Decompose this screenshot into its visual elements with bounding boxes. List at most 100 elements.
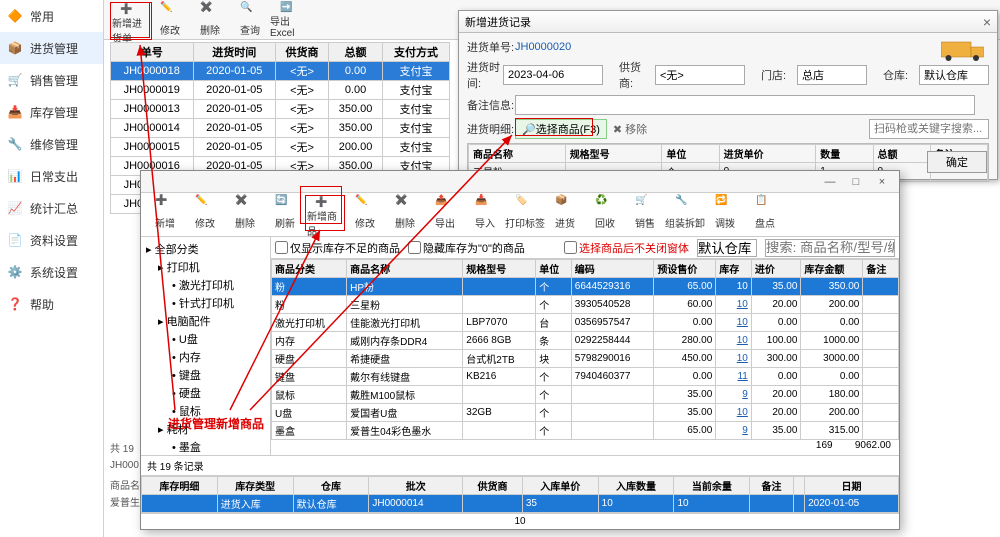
tree-node[interactable]: • 激光打印机 <box>144 276 267 294</box>
goods-tb-10[interactable]: 📦进货 <box>545 195 585 231</box>
toolbar-add-purchase[interactable]: ➕新增进货单 <box>110 2 150 38</box>
goods-row[interactable]: 墨盒爱普生04彩色墨水个65.00935.00315.00 <box>272 422 899 440</box>
supplier-input[interactable] <box>655 65 745 85</box>
minimize-icon[interactable]: — <box>817 176 843 188</box>
sidebar-item-5[interactable]: 📊日常支出 <box>0 160 103 192</box>
goods-tb-5[interactable]: ✏️修改 <box>345 195 385 231</box>
sidebar-icon: 🔧 <box>6 135 24 153</box>
sidebar-item-0[interactable]: 🔶常用 <box>0 0 103 32</box>
sum-amount: 9062.00 <box>855 440 891 451</box>
tree-node[interactable]: • 硬盘 <box>144 384 267 402</box>
table-row[interactable]: JH00000142020-01-05<无>350.00支付宝 <box>111 119 450 138</box>
toolbar-export[interactable]: ➡️导出Excel <box>270 2 310 38</box>
sidebar-icon: 🛒 <box>6 71 24 89</box>
tree-node[interactable]: • 针式打印机 <box>144 294 267 312</box>
goods-row[interactable]: 键盘戴尔有线键盘KB216个79404603770.00110.000.00 <box>272 368 899 386</box>
toolbar-add-label: 新增进货单 <box>112 15 148 45</box>
goods-tb-11[interactable]: ♻️回收 <box>585 195 625 231</box>
stock-detail-table: 库存明细库存类型仓库批次供货商入库单价入库数量当前余量备注日期进货入库默认仓库J… <box>141 475 899 513</box>
sidebar-icon: 📦 <box>6 39 24 57</box>
dialog-title-bar[interactable]: 新增进货记录 × <box>459 11 997 33</box>
truncated-no: JH000 <box>110 460 139 471</box>
goods-tb-4[interactable]: ➕新增商品 <box>305 195 345 231</box>
scan-search-input[interactable] <box>869 119 989 139</box>
sidebar: 🔶常用📦进货管理🛒销售管理📥库存管理🔧维修管理📊日常支出📈统计汇总📄资料设置⚙️… <box>0 0 104 537</box>
truncated-count: 共 19 <box>110 440 134 455</box>
close-icon[interactable]: × <box>983 14 991 30</box>
sidebar-icon: 📥 <box>6 103 24 121</box>
purchase-date-input[interactable] <box>503 65 603 85</box>
goods-row[interactable]: U盘爱国者U盘32GB个35.001020.00200.00 <box>272 404 899 422</box>
toolbar-delete[interactable]: ✖️删除 <box>190 2 230 38</box>
goods-row[interactable]: 激光打印机佳能激光打印机LBP7070台03569575470.00100.00… <box>272 314 899 332</box>
annotation-text: 进货管理新增商品 <box>168 415 264 432</box>
goods-tb-2[interactable]: ✖️删除 <box>225 195 265 231</box>
sidebar-item-6[interactable]: 📈统计汇总 <box>0 192 103 224</box>
goods-tb-12[interactable]: 🛒销售 <box>625 195 665 231</box>
select-goods-button[interactable]: 🔎 选择商品(F3) <box>515 119 607 139</box>
table-row[interactable]: JH00000182020-01-05<无>0.00支付宝 <box>111 62 450 81</box>
footer-count: 10 <box>141 513 899 531</box>
sidebar-icon: 📈 <box>6 199 24 217</box>
sidebar-item-2[interactable]: 🛒销售管理 <box>0 64 103 96</box>
goods-dialog: — □ × ➕新增✏️修改✖️删除🔄刷新➕新增商品✏️修改✖️删除📤导出📥导入🏷… <box>140 170 900 530</box>
table-row[interactable]: JH00000192020-01-05<无>0.00支付宝 <box>111 81 450 100</box>
maximize-icon[interactable]: □ <box>843 176 869 188</box>
sidebar-icon: 📊 <box>6 167 24 185</box>
goods-row[interactable]: 内存威刚内存条DDR42666 8GB条0292258444280.001010… <box>272 332 899 350</box>
goods-tb-14[interactable]: 🔁调拨 <box>705 195 745 231</box>
goods-row[interactable]: 粉三星粉个393054052860.001020.00200.00 <box>272 296 899 314</box>
goods-tb-6[interactable]: ✖️删除 <box>385 195 425 231</box>
memo-input[interactable] <box>515 95 975 115</box>
goods-tb-0[interactable]: ➕新增 <box>145 195 185 231</box>
toolbar-search[interactable]: 🔍查询 <box>230 2 270 38</box>
table-row[interactable]: JH00000152020-01-05<无>200.00支付宝 <box>111 138 450 157</box>
goods-row[interactable]: 硬盘希捷硬盘台式机2TB块5798290016450.0010300.00300… <box>272 350 899 368</box>
tree-node[interactable]: ▸ 打印机 <box>144 258 267 276</box>
sidebar-item-9[interactable]: ❓帮助 <box>0 288 103 320</box>
confirm-button[interactable]: 确定 <box>927 151 987 173</box>
sidebar-item-3[interactable]: 📥库存管理 <box>0 96 103 128</box>
sidebar-icon: 🔶 <box>6 7 24 25</box>
sidebar-icon: 📄 <box>6 231 24 249</box>
sum-stock: 169 <box>816 440 833 451</box>
toolbar-edit[interactable]: ✏️修改 <box>150 2 190 38</box>
truncated-name: 商品名 <box>110 477 140 492</box>
goods-tb-3[interactable]: 🔄刷新 <box>265 195 305 231</box>
goods-search-input[interactable] <box>765 239 895 257</box>
goods-tb-15[interactable]: 📋盘点 <box>745 195 785 231</box>
goods-tb-8[interactable]: 📥导入 <box>465 195 505 231</box>
sidebar-item-4[interactable]: 🔧维修管理 <box>0 128 103 160</box>
tree-node[interactable]: • 墨盒 <box>144 438 267 455</box>
keep-open-check[interactable]: 选择商品后不关闭窗体 <box>564 240 689 256</box>
goods-tb-7[interactable]: 📤导出 <box>425 195 465 231</box>
warehouse-filter[interactable] <box>697 239 757 257</box>
sidebar-icon: ⚙️ <box>6 263 24 281</box>
sidebar-item-1[interactable]: 📦进货管理 <box>0 32 103 64</box>
sidebar-item-8[interactable]: ⚙️系统设置 <box>0 256 103 288</box>
filter-zero-stock[interactable]: 隐藏库存为"0"的商品 <box>408 240 525 256</box>
new-purchase-dialog: 新增进货记录 × 进货单号:JH0000020 进货时间: 供货商: 门店: 仓… <box>458 10 998 180</box>
goods-tb-9[interactable]: 🏷️打印标签 <box>505 195 545 231</box>
purchase-no: JH0000020 <box>515 41 571 53</box>
table-row[interactable]: JH00000132020-01-05<无>350.00支付宝 <box>111 100 450 119</box>
sidebar-item-7[interactable]: 📄资料设置 <box>0 224 103 256</box>
goods-toolbar: ➕新增✏️修改✖️删除🔄刷新➕新增商品✏️修改✖️删除📤导出📥导入🏷️打印标签📦… <box>141 193 899 237</box>
goods-row[interactable]: 粉HP粉个664452931665.001035.00350.00 <box>272 278 899 296</box>
tree-node[interactable]: • 内存 <box>144 348 267 366</box>
truncated-eps: 爱普生 <box>110 494 140 509</box>
tree-node[interactable]: ▸ 电脑配件 <box>144 312 267 330</box>
filter-low-stock[interactable]: 仅显示库存不足的商品 <box>275 240 400 256</box>
remove-button[interactable]: ✖ 移除 <box>613 121 647 137</box>
close-icon[interactable]: × <box>869 176 895 188</box>
dialog-title: 新增进货记录 <box>465 14 531 30</box>
goods-table[interactable]: 商品分类商品名称规格型号单位编码预设售价库存进价库存金额备注粉HP粉个66445… <box>271 259 899 439</box>
tree-node[interactable]: • 键盘 <box>144 366 267 384</box>
tree-node[interactable]: • U盘 <box>144 330 267 348</box>
warehouse-input[interactable] <box>919 65 989 85</box>
goods-tb-1[interactable]: ✏️修改 <box>185 195 225 231</box>
goods-row[interactable]: 鼠标戴胜M100鼠标个35.00920.00180.00 <box>272 386 899 404</box>
goods-tb-13[interactable]: 🔧组装拆卸 <box>665 195 705 231</box>
store-input[interactable] <box>797 65 867 85</box>
tree-node[interactable]: ▸ 全部分类 <box>144 240 267 258</box>
